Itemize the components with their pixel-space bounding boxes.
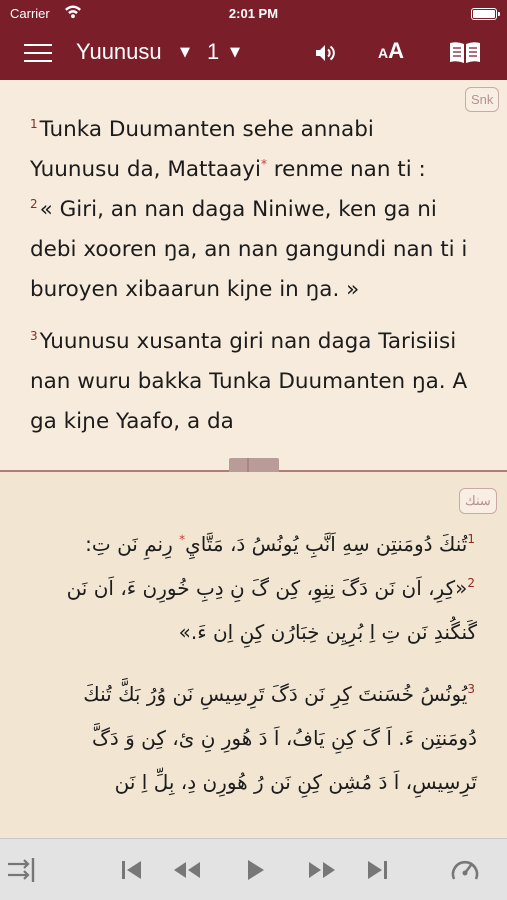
secondary-text-pane[interactable]: سنك 1تُنكَ دُومَنتِن سِهِ اَنَّبِ يُونُس… <box>0 472 507 838</box>
skip-previous-icon[interactable] <box>119 855 145 889</box>
verse-number: 1 <box>467 532 475 547</box>
verse-text: « Giri, an nan daga Niniwe, ken ga ni de… <box>30 197 468 302</box>
verse-text: تُنكَ دُومَنتِن سِهِ اَنَّبِ يُونُسُ دَ،… <box>185 532 468 556</box>
status-bar: Carrier 2:01 PM <box>0 0 507 28</box>
nav-bar: Yuunusu ▼ 1 ▼ AA <box>0 28 507 80</box>
bible-icon[interactable] <box>448 41 482 69</box>
caret-down-icon[interactable]: ▼ <box>180 45 190 60</box>
battery-icon <box>471 8 500 20</box>
verse-3[interactable]: 3يُونُسُ خُسَنتَ كِرِ نَن دَگَ تَرِسِيسِ… <box>37 672 477 804</box>
speaker-icon[interactable] <box>314 43 336 67</box>
language-tag-latin[interactable]: Snk <box>465 87 500 112</box>
arabic-verses: 1تُنكَ دُومَنتِن سِهِ اَنَّبِ يُونُسُ دَ… <box>37 522 477 822</box>
verse-number: 1 <box>30 116 38 131</box>
verse-number: 3 <box>467 682 475 697</box>
latin-verses: 1Tunka Duumanten sehe annabi Yuunusu da,… <box>30 110 470 454</box>
rewind-icon[interactable] <box>171 855 203 889</box>
audio-toolbar <box>0 838 507 900</box>
play-icon[interactable] <box>243 855 269 889</box>
font-size-small-label: A <box>378 45 389 61</box>
skip-next-icon[interactable] <box>364 855 390 889</box>
verse-text: «كِرِ، اَن نَن دَگَ نِنِوِ، كِن گَ نِ دِ… <box>66 576 477 644</box>
menu-icon[interactable] <box>24 41 54 65</box>
primary-text-pane[interactable]: Snk 1Tunka Duumanten sehe annabi Yuunusu… <box>0 80 507 470</box>
caret-down-icon[interactable]: ▼ <box>230 45 240 60</box>
book-selector[interactable]: Yuunusu <box>76 39 162 65</box>
verse-3[interactable]: 3Yuunusu xusanta giri nan daga Tarisiisi… <box>30 322 470 442</box>
font-size-big-label: A <box>388 38 405 63</box>
verse-number: 2 <box>30 196 38 211</box>
verse-1[interactable]: 1Tunka Duumanten sehe annabi Yuunusu da,… <box>30 110 470 310</box>
verse-1[interactable]: 1تُنكَ دُومَنتِن سِهِ اَنَّبِ يُونُسُ دَ… <box>37 522 477 654</box>
language-tag-arabic[interactable]: سنك <box>459 488 497 514</box>
verse-number: 3 <box>30 328 38 343</box>
verse-text: رِنمِ نَن تِ: <box>85 532 180 556</box>
verse-text: renme nan ti : <box>266 157 426 182</box>
verse-text: Yuunusu xusanta giri nan daga Tarisiisi … <box>30 329 468 434</box>
verse-text: يُونُسُ خُسَنتَ كِرِ نَن دَگَ تَرِسِيسِ … <box>83 682 477 794</box>
playback-settings-icon[interactable] <box>6 855 36 889</box>
speed-icon[interactable] <box>449 855 481 889</box>
font-size-icon[interactable]: AA <box>378 38 404 64</box>
chapter-selector[interactable]: 1 <box>207 39 219 65</box>
fast-forward-icon[interactable] <box>306 855 338 889</box>
verse-number: 2 <box>467 576 475 591</box>
status-time: 2:01 PM <box>228 6 279 21</box>
